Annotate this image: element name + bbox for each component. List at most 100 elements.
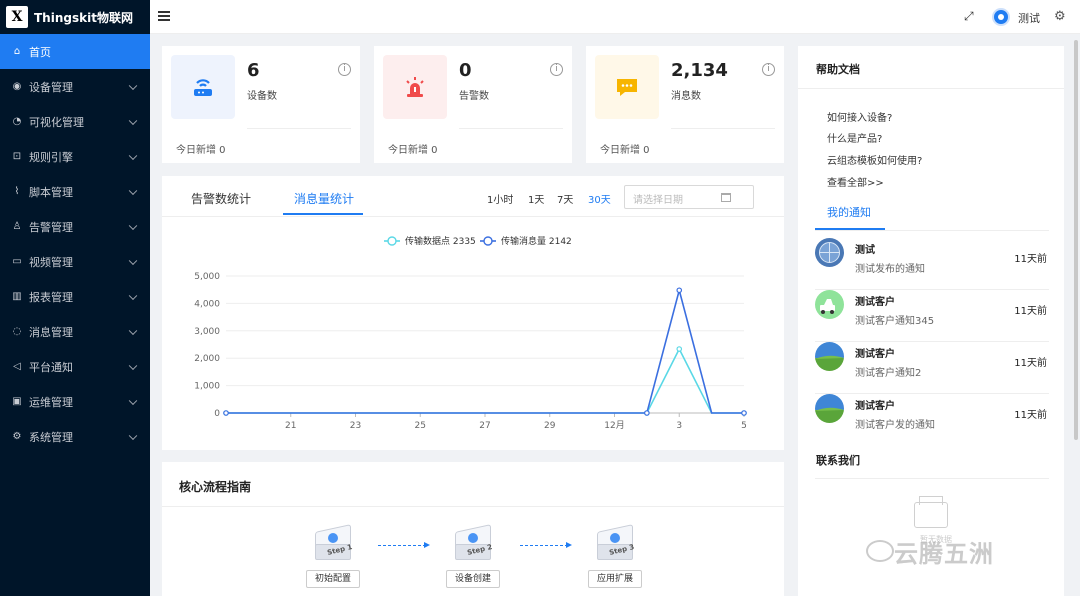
app-title: Thingskit物联网 (34, 10, 133, 25)
x-tick-label: 5 (741, 421, 747, 431)
series-line-1 (226, 287, 744, 414)
chevron-down-icon (128, 326, 138, 335)
legend-marker (387, 236, 397, 246)
message-icon: ◌ (12, 326, 22, 337)
date-picker[interactable]: 请选择日期 (624, 185, 754, 209)
video-icon: ▭ (12, 256, 22, 267)
scrollbar[interactable] (1074, 40, 1078, 440)
sidebar-item-4[interactable]: ⌇ 脚本管理 (0, 174, 150, 209)
sidebar-item-3[interactable]: ⊡ 规则引擎 (0, 139, 150, 174)
sidebar-item-11[interactable]: ⚙ 系统管理 (0, 419, 150, 454)
legend-label: 传输数据点 2335 (405, 235, 476, 247)
stat-foot: 今日新增 0 (600, 145, 650, 156)
cube-icon: Step 2 (449, 524, 497, 566)
flow-step-3[interactable]: Step 3 应用扩展 (588, 524, 642, 588)
notice-item[interactable]: 测试 测试发布的通知 11天前 (815, 238, 1049, 290)
sidebar-item-label: 首页 (29, 45, 51, 59)
top-bar: ⤢ 测试 ⚙ (150, 0, 1080, 34)
cube-icon: Step 3 (591, 524, 639, 566)
stat-card-alarms: 0 告警数 i 今日新增 0 (374, 46, 572, 163)
sidebar-item-label: 告警管理 (29, 220, 73, 234)
data-point (676, 287, 683, 294)
info-icon[interactable]: i (550, 63, 563, 76)
x-tick-label: 21 (285, 421, 296, 431)
sidebar-item-label: 消息管理 (29, 325, 73, 339)
chart-card: 告警数统计 消息量统计 1小时 1天 7天 30天 请选择日期 0 1,000 2,… (162, 176, 784, 450)
menu-fold-icon[interactable] (158, 11, 170, 21)
chevron-down-icon (128, 81, 138, 90)
sidebar-item-1[interactable]: ◉ 设备管理 (0, 69, 150, 104)
sidebar-item-6[interactable]: ▭ 视频管理 (0, 244, 150, 279)
fullscreen-icon[interactable]: ⤢ (964, 10, 976, 22)
flow-step-2[interactable]: Step 2 设备创建 (446, 524, 500, 588)
brand[interactable]: X Thingskit物联网 (0, 0, 150, 34)
notice-title: 测试客户 (855, 349, 895, 360)
info-icon[interactable]: i (762, 63, 775, 76)
script-icon: ⌇ (14, 186, 20, 197)
range-7d[interactable]: 7天 (557, 191, 573, 206)
flow-step-label: 初始配置 (306, 570, 360, 588)
user-avatar[interactable] (992, 8, 1010, 26)
avatar (815, 290, 844, 319)
flow-guide-card: 核心流程指南 Step 1 初始配置 Step 2 设备创建 Step 3 应用… (162, 462, 784, 596)
tab-message-stats[interactable]: 消息量统计 (294, 190, 354, 207)
notice-item[interactable]: 测试客户 测试客户通知345 11天前 (815, 290, 1049, 342)
chevron-down-icon (128, 116, 138, 125)
sidebar-item-9[interactable]: ◁ 平台通知 (0, 349, 150, 384)
sidebar-item-7[interactable]: ▥ 报表管理 (0, 279, 150, 314)
flow-step-1[interactable]: Step 1 初始配置 (306, 524, 360, 588)
sidebar-item-label: 报表管理 (29, 290, 73, 304)
tab-alarm-stats[interactable]: 告警数统计 (191, 190, 251, 207)
sidebar: X Thingskit物联网 ⌂ 首页 ◉ 设备管理 ◔ 可视化管理 ⊡ 规则引擎 ⌇ 脚本管理 ♙… (0, 0, 150, 596)
tab-my-notices[interactable]: 我的通知 (827, 204, 871, 220)
stat-foot: 今日新增 0 (176, 145, 226, 156)
report-icon: ▥ (12, 291, 22, 302)
avatar (815, 394, 844, 423)
right-panel: 帮助文档 如何接入设备? 什么是产品? 云组态模板如何使用? 查看全部>> 我的… (798, 46, 1064, 596)
range-1h[interactable]: 1小时 (487, 191, 513, 206)
flow-step-label: 设备创建 (446, 570, 500, 588)
chevron-down-icon (128, 396, 138, 405)
stat-foot: 今日新增 0 (388, 145, 438, 156)
sidebar-item-8[interactable]: ◌ 消息管理 (0, 314, 150, 349)
flow-title: 核心流程指南 (179, 480, 252, 494)
sidebar-item-5[interactable]: ♙ 告警管理 (0, 209, 150, 244)
chevron-down-icon (128, 221, 138, 230)
range-1d[interactable]: 1天 (528, 191, 544, 206)
help-link[interactable]: 什么是产品? (827, 130, 882, 145)
active-tab-indicator (283, 213, 363, 215)
x-tick-label: 23 (350, 421, 361, 431)
info-icon[interactable]: i (338, 63, 351, 76)
logo-icon: X (6, 6, 28, 28)
stat-value: 0 (459, 60, 472, 81)
wechat-icon (866, 540, 894, 562)
sidebar-item-2[interactable]: ◔ 可视化管理 (0, 104, 150, 139)
y-tick-label: 1,000 (194, 382, 220, 392)
system-icon: ⚙ (12, 431, 22, 442)
data-point (223, 410, 229, 416)
x-tick-label: 3 (676, 421, 682, 431)
user-name[interactable]: 测试 (1018, 10, 1040, 26)
sidebar-item-0[interactable]: ⌂ 首页 (0, 34, 150, 69)
help-title: 帮助文档 (816, 63, 860, 76)
dashboard-icon: ◔ (12, 116, 22, 127)
chevron-down-icon (128, 431, 138, 440)
sidebar-menu: ⌂ 首页 ◉ 设备管理 ◔ 可视化管理 ⊡ 规则引擎 ⌇ 脚本管理 ♙ 告警管理 ▭ 视频管理 ▥ 报表管理 ◌… (0, 34, 150, 454)
sidebar-item-label: 平台通知 (29, 360, 73, 374)
view-all-link[interactable]: 查看全部>> (827, 174, 884, 189)
range-30d[interactable]: 30天 (588, 191, 611, 206)
notify-icon: ◁ (13, 361, 21, 372)
date-placeholder: 请选择日期 (633, 195, 683, 206)
message-chart: 0 1,000 2,000 3,000 4,000 5,000 21 23 25 27 29 12月 3… (194, 235, 747, 431)
notice-item[interactable]: 测试客户 测试客户通知2 11天前 (815, 342, 1049, 394)
stat-card-devices: 6 设备数 i 今日新增 0 (162, 46, 360, 163)
sidebar-item-10[interactable]: ▣ 运维管理 (0, 384, 150, 419)
calendar-icon (721, 193, 731, 202)
sidebar-item-label: 脚本管理 (29, 185, 73, 199)
data-point (644, 410, 650, 416)
help-link[interactable]: 如何接入设备? (827, 109, 892, 124)
notice-item[interactable]: 测试客户 测试客户发的通知 11天前 (815, 394, 1049, 446)
settings-icon[interactable]: ⚙ (1054, 9, 1066, 24)
arrow-icon (378, 542, 430, 548)
help-link[interactable]: 云组态模板如何使用? (827, 152, 922, 167)
